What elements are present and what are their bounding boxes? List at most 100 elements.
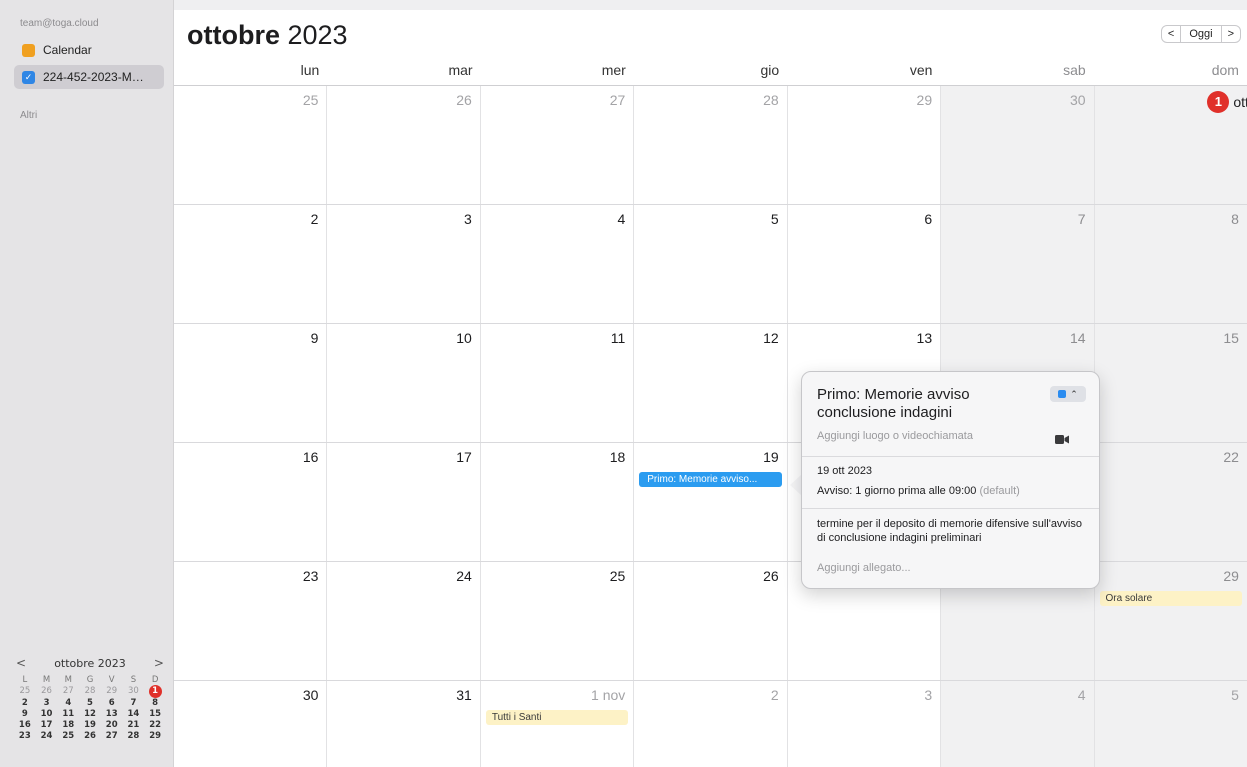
mini-prev-button[interactable]: <: [16, 656, 26, 670]
mini-day[interactable]: 13: [101, 709, 123, 720]
mini-day[interactable]: 9: [14, 709, 36, 720]
mini-day[interactable]: 27: [57, 686, 79, 697]
day-cell-today[interactable]: 1ott: [1094, 86, 1247, 204]
mini-day[interactable]: 26: [36, 686, 58, 697]
event-date[interactable]: 19 ott 2023: [817, 465, 872, 477]
event-tutti-i-santi[interactable]: Tutti i Santi: [485, 710, 629, 725]
mini-day[interactable]: 25: [14, 686, 36, 697]
add-attachment-field[interactable]: Aggiungi allegato...: [817, 562, 911, 574]
calendar-item-224-452[interactable]: ✓ 224-452-2023-M…: [14, 65, 164, 89]
mini-day[interactable]: 23: [14, 731, 36, 742]
event-alert[interactable]: Avviso: 1 giorno prima alle 09:00 (defau…: [817, 485, 1020, 497]
mini-day[interactable]: 29: [144, 731, 166, 742]
mini-day[interactable]: 18: [57, 720, 79, 731]
day-cell[interactable]: 28: [634, 86, 788, 204]
mini-day[interactable]: 12: [79, 709, 101, 720]
calendar-item-calendar[interactable]: Calendar: [14, 38, 164, 62]
day-cell[interactable]: 9: [174, 324, 328, 442]
event-notes[interactable]: termine per il deposito di memorie difen…: [817, 517, 1089, 545]
mini-day[interactable]: 19: [79, 720, 101, 731]
mini-day[interactable]: 8: [144, 698, 166, 709]
day-cell[interactable]: 3: [327, 205, 481, 323]
calendar-color-picker[interactable]: ⌃: [1050, 386, 1086, 402]
mini-day[interactable]: 29: [101, 686, 123, 697]
today-button[interactable]: Oggi: [1180, 26, 1222, 42]
event-primo-memorie[interactable]: Primo: Memorie avviso...: [639, 472, 782, 487]
location-field[interactable]: Aggiungi luogo o videochiamata: [817, 430, 973, 442]
mini-day[interactable]: 14: [123, 709, 145, 720]
mini-day[interactable]: 24: [36, 731, 58, 742]
day-cell[interactable]: 10: [327, 324, 481, 442]
mini-day[interactable]: 25: [57, 731, 79, 742]
mini-day[interactable]: 22: [144, 720, 166, 731]
mini-day[interactable]: 28: [123, 731, 145, 742]
day-cell[interactable]: 30: [174, 681, 328, 767]
event-ora-solare[interactable]: Ora solare: [1099, 591, 1242, 606]
mini-day[interactable]: 27: [101, 731, 123, 742]
day-cell[interactable]: 30: [941, 86, 1095, 204]
mini-day[interactable]: 21: [123, 720, 145, 731]
day-cell[interactable]: 5: [634, 205, 788, 323]
next-month-button[interactable]: >: [1222, 26, 1240, 42]
mini-day[interactable]: 20: [101, 720, 123, 731]
weekday-label: lun: [300, 62, 320, 78]
day-cell[interactable]: 26: [327, 86, 481, 204]
mini-day[interactable]: 6: [101, 698, 123, 709]
mini-day[interactable]: 10: [36, 709, 58, 720]
day-cell[interactable]: 5: [1094, 681, 1247, 767]
day-cell[interactable]: 2: [174, 205, 328, 323]
day-cell[interactable]: 27: [481, 86, 635, 204]
day-cell[interactable]: 26: [634, 562, 788, 680]
mini-day[interactable]: 15: [144, 709, 166, 720]
mini-day-today[interactable]: 1: [148, 685, 162, 698]
alert-default: (default): [979, 485, 1020, 497]
mini-day[interactable]: 11: [57, 709, 79, 720]
day-cell[interactable]: 29 Ora solare: [1094, 562, 1247, 680]
day-cell[interactable]: 6: [788, 205, 942, 323]
checkbox-icon[interactable]: [22, 43, 35, 57]
day-cell[interactable]: 3: [788, 681, 942, 767]
event-title[interactable]: Primo: Memorie avviso conclusione indagi…: [817, 386, 1027, 422]
mini-day[interactable]: 4: [57, 698, 79, 709]
day-cell[interactable]: 24: [327, 562, 481, 680]
day-cell[interactable]: 7: [941, 205, 1095, 323]
mini-day[interactable]: 28: [79, 686, 101, 697]
month-abbrev: ott: [1233, 94, 1247, 110]
mini-day[interactable]: 26: [79, 731, 101, 742]
mini-day[interactable]: 5: [79, 698, 101, 709]
day-cell[interactable]: 22: [1094, 443, 1247, 561]
event-popover: Primo: Memorie avviso conclusione indagi…: [801, 371, 1100, 589]
day-cell[interactable]: 19 Primo: Memorie avviso...: [634, 443, 788, 561]
day-cell[interactable]: 8: [1094, 205, 1247, 323]
weekday-label: dom: [1211, 62, 1239, 78]
mini-day[interactable]: 2: [14, 698, 36, 709]
day-cell[interactable]: 1 nov Tutti i Santi: [481, 681, 635, 767]
mini-day[interactable]: 3: [36, 698, 58, 709]
day-cell[interactable]: 29: [788, 86, 942, 204]
mini-day[interactable]: 17: [36, 720, 58, 731]
mini-calendar: < ottobre 2023 > L M M G V S D 25 26 27 …: [14, 656, 166, 742]
day-number: 27: [609, 92, 626, 108]
day-cell[interactable]: 16: [174, 443, 328, 561]
week-row: 2 3 4 5 6 7 8: [174, 205, 1247, 324]
day-cell[interactable]: 11: [481, 324, 635, 442]
day-cell[interactable]: 25: [481, 562, 635, 680]
day-cell[interactable]: 2: [634, 681, 788, 767]
prev-month-button[interactable]: <: [1162, 26, 1180, 42]
day-cell[interactable]: 23: [174, 562, 328, 680]
day-cell[interactable]: 17: [327, 443, 481, 561]
day-cell[interactable]: 18: [481, 443, 635, 561]
mini-next-button[interactable]: >: [154, 656, 164, 670]
day-cell[interactable]: 12: [634, 324, 788, 442]
day-cell[interactable]: 4: [941, 681, 1095, 767]
day-cell[interactable]: 25: [174, 86, 328, 204]
day-cell[interactable]: 4: [481, 205, 635, 323]
mini-weekday: S: [130, 675, 137, 685]
day-cell[interactable]: 15: [1094, 324, 1247, 442]
mini-day[interactable]: 7: [123, 698, 145, 709]
checkmark-icon[interactable]: ✓: [22, 70, 35, 84]
day-cell[interactable]: 31: [327, 681, 481, 767]
video-camera-icon[interactable]: [1055, 431, 1069, 449]
mini-day[interactable]: 16: [14, 720, 36, 731]
mini-day[interactable]: 30: [123, 686, 145, 697]
